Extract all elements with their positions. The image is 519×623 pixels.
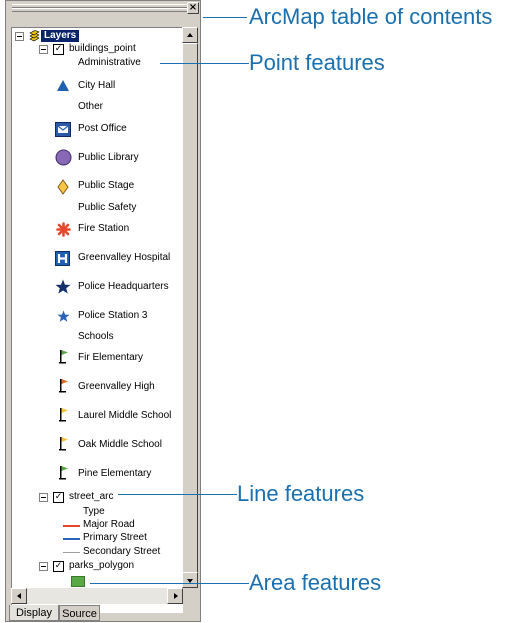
scroll-left-button[interactable] [11, 588, 27, 604]
post-office-icon [55, 122, 71, 137]
legend-oak-middle-school: Oak Middle School [78, 439, 162, 450]
title-grip [12, 8, 187, 12]
callout-leader-area [90, 583, 249, 584]
arrow-up-icon [187, 33, 193, 37]
school-flag-icon [59, 350, 68, 364]
secondary-street-line-icon [63, 552, 80, 553]
school-flag-icon [59, 379, 68, 393]
circle-icon [55, 149, 72, 166]
close-icon: × [188, 2, 198, 13]
triangle-icon [57, 80, 69, 91]
callout-toc: ArcMap table of contents [249, 4, 493, 29]
group-heading-public-safety: Public Safety [78, 202, 137, 213]
layer-name-street-arc[interactable]: street_arc [69, 491, 113, 503]
callout-area-features: Area features [249, 570, 382, 595]
legend-laurel-middle-school: Laurel Middle School [78, 410, 172, 421]
legend-greenvalley-high: Greenvalley High [78, 381, 155, 392]
hospital-icon [55, 251, 70, 266]
legend-secondary-street: Secondary Street [83, 546, 161, 557]
school-flag-icon [59, 437, 68, 451]
diamond-icon [57, 179, 69, 195]
legend-police-headquarters: Police Headquarters [78, 281, 169, 292]
group-heading-other: Other [78, 101, 104, 112]
callout-point-features: Point features [249, 50, 385, 75]
arrow-left-icon [17, 593, 21, 599]
legend-heading-type: Type [83, 506, 105, 517]
visibility-checkbox-buildings[interactable]: ✓ [53, 44, 64, 55]
asterisk-icon [56, 222, 71, 237]
legend-major-road: Major Road [83, 519, 135, 530]
star-icon [57, 310, 70, 322]
legend-post-office: Post Office [78, 123, 127, 134]
group-heading-administrative: Administrative [78, 57, 141, 68]
collapse-toggle-layers[interactable] [15, 32, 24, 41]
table-of-contents-window: × Layers ✓ buildings_point Administrativ… [5, 0, 201, 622]
legend-city-hall: City Hall [78, 80, 116, 91]
toc-tabs: Display Source [6, 605, 200, 623]
tab-source[interactable]: Source [59, 605, 100, 621]
legend-pine-elementary: Pine Elementary [78, 468, 152, 479]
school-flag-icon [59, 408, 68, 422]
legend-public-library: Public Library [78, 152, 139, 163]
close-button[interactable]: × [187, 2, 199, 14]
scroll-down-button[interactable] [182, 572, 198, 588]
legend-police-station-3: Police Station 3 [78, 310, 148, 321]
horizontal-scrollbar[interactable] [11, 588, 183, 604]
scroll-up-button[interactable] [182, 27, 198, 43]
primary-street-line-icon [63, 538, 80, 540]
arrow-right-icon [174, 593, 178, 599]
callout-line-features: Line features [237, 481, 365, 506]
star-icon [55, 279, 71, 294]
scroll-right-button[interactable] [167, 588, 183, 604]
legend-fir-elementary: Fir Elementary [78, 352, 144, 363]
layers-icon [29, 30, 40, 42]
legend-fire-station: Fire Station [78, 223, 130, 234]
callout-leader-line [118, 494, 237, 495]
layers-root-label[interactable]: Layers [41, 30, 80, 42]
layer-name-parks-polygon[interactable]: parks_polygon [69, 560, 134, 572]
legend-greenvalley-hospital: Greenvalley Hospital [78, 252, 171, 263]
scrollbar-corner [183, 588, 198, 604]
collapse-toggle-parks[interactable] [39, 562, 48, 571]
group-heading-schools: Schools [78, 331, 114, 342]
legend-primary-street: Primary Street [83, 532, 147, 543]
layer-name-buildings-point[interactable]: buildings_point [69, 43, 136, 55]
toc-title-bar[interactable]: × [6, 1, 200, 17]
callout-leader-toc [203, 17, 247, 18]
vertical-scrollbar[interactable] [182, 27, 198, 588]
collapse-toggle-buildings[interactable] [39, 45, 48, 54]
school-flag-icon [59, 466, 68, 480]
legend-public-stage: Public Stage [78, 180, 135, 191]
collapse-toggle-street[interactable] [39, 493, 48, 502]
callout-leader-point [160, 63, 249, 64]
visibility-checkbox-parks[interactable]: ✓ [53, 561, 64, 572]
toc-layer-list[interactable]: Layers ✓ buildings_point Administrative … [11, 27, 183, 613]
visibility-checkbox-street[interactable]: ✓ [53, 492, 64, 503]
park-fill-swatch-icon [71, 576, 85, 587]
tab-display[interactable]: Display [9, 605, 59, 621]
major-road-line-icon [63, 525, 80, 527]
